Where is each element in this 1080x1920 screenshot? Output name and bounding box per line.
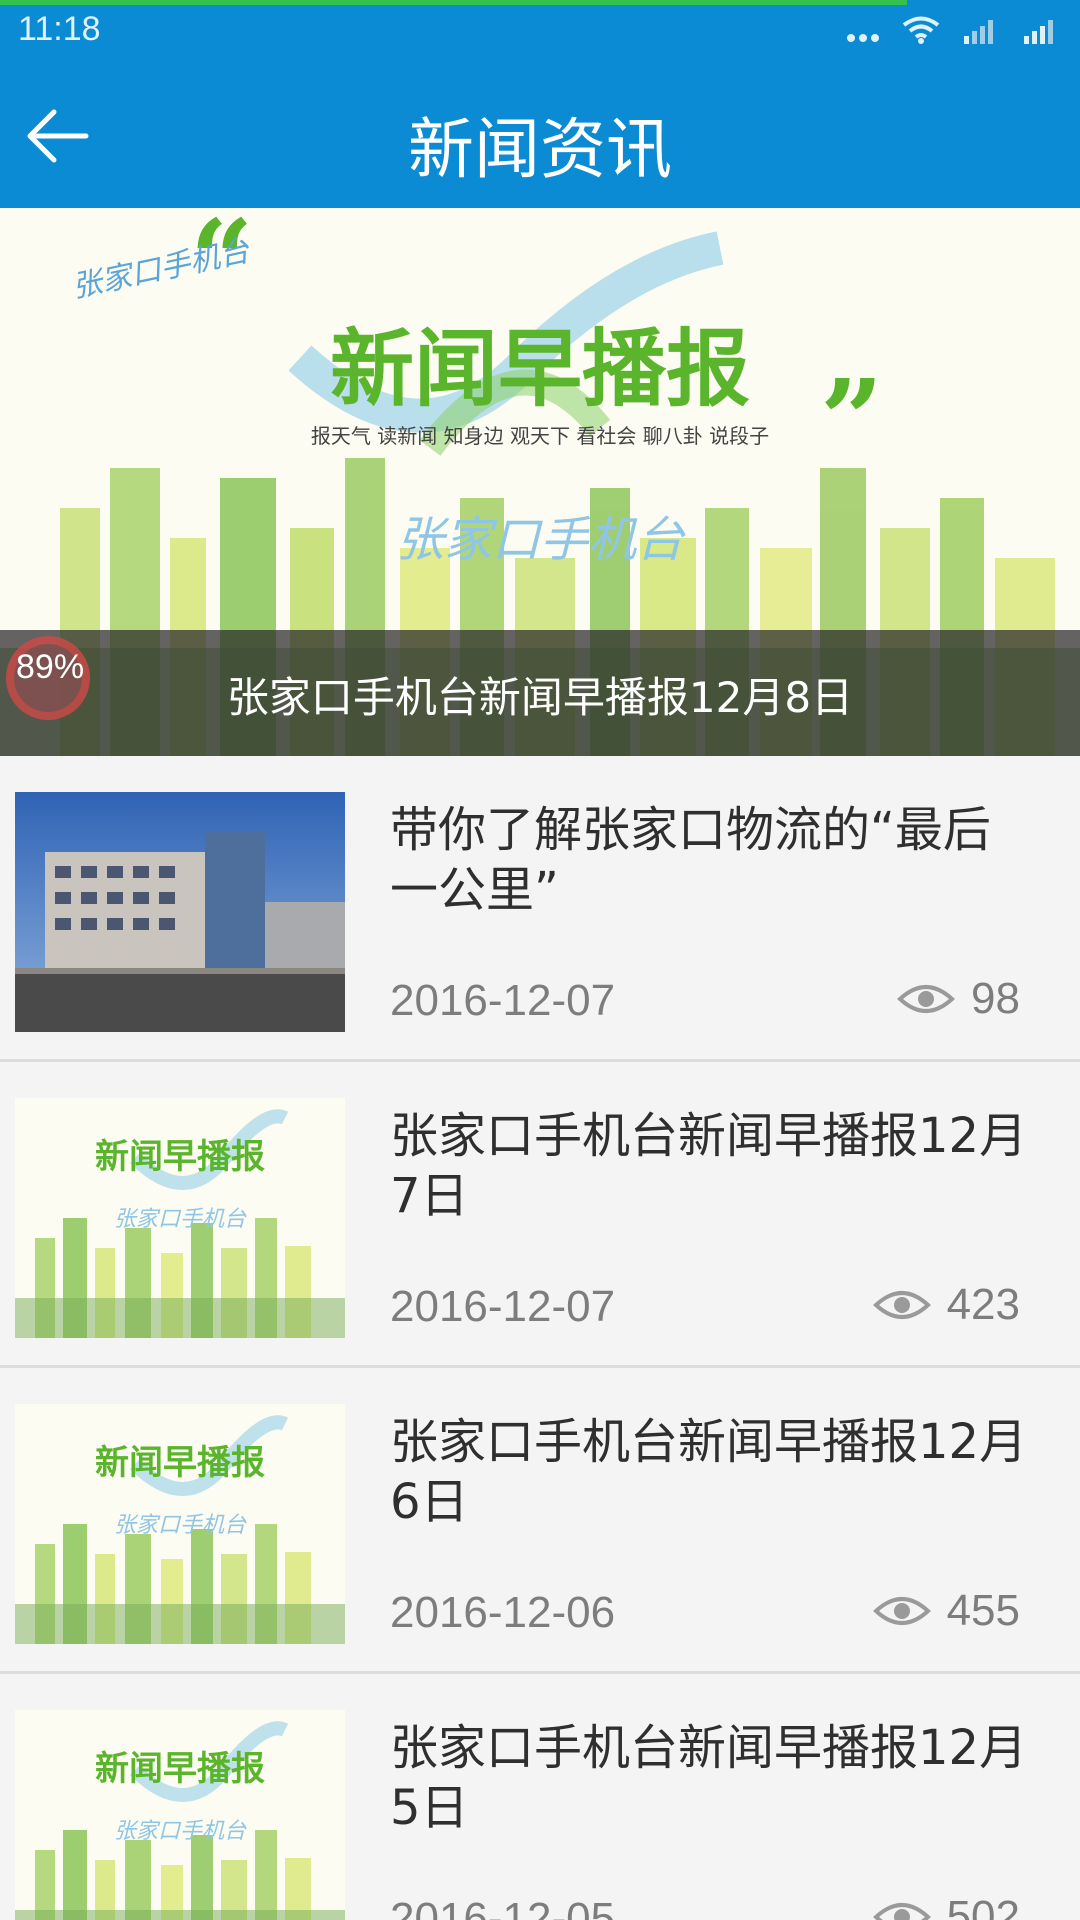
news-thumbnail	[15, 792, 345, 1032]
news-date: 2016-12-07	[390, 1282, 616, 1331]
news-item[interactable]: 新闻早播报 张家口手机台 张家口手机台新闻早播报12月7日 2016-12-07…	[0, 1062, 1080, 1368]
view-count: 502	[872, 1892, 1020, 1920]
signal-icon	[964, 20, 993, 44]
news-thumbnail: 新闻早播报 张家口手机台	[15, 1404, 345, 1644]
status-time: 11:18	[18, 10, 101, 48]
eye-icon	[872, 1903, 931, 1920]
svg-text:张家口手机台: 张家口手机台	[114, 1513, 247, 1538]
view-count: 98	[897, 974, 1020, 1024]
banner-caption-bar: 89% 张家口手机台新闻早播报12月8日	[0, 630, 1080, 756]
news-thumbnail: 新闻早播报 张家口手机台	[15, 1710, 345, 1920]
svg-text:张家口手机台: 张家口手机台	[114, 1819, 247, 1844]
banner-watermark: 张家口手机台	[395, 512, 684, 568]
news-title: 张家口手机台新闻早播报12月7日	[390, 1108, 1028, 1224]
wifi-icon	[902, 16, 940, 44]
app-bar: 新闻资讯	[0, 60, 1080, 208]
news-title: 张家口手机台新闻早播报12月5日	[390, 1720, 1028, 1836]
page-title: 新闻资讯	[408, 111, 672, 188]
news-item[interactable]: 带你了解张家口物流的“最后一公里” 2016-12-07 98	[0, 756, 1080, 1062]
banner-headline: 新闻早播报	[329, 320, 750, 418]
news-item[interactable]: 新闻早播报 张家口手机台 张家口手机台新闻早播报12月5日 2016-12-05…	[0, 1674, 1080, 1920]
news-date: 2016-12-06	[390, 1588, 616, 1637]
svg-text:新闻早播报: 新闻早播报	[95, 1749, 265, 1789]
more-dots-icon	[847, 34, 879, 42]
news-item[interactable]: 新闻早播报 张家口手机台 张家口手机台新闻早播报12月6日 2016-12-06…	[0, 1368, 1080, 1674]
news-date: 2016-12-07	[390, 976, 616, 1025]
eye-icon	[872, 1291, 931, 1319]
news-date: 2016-12-05	[390, 1894, 616, 1920]
svg-text:新闻早播报: 新闻早播报	[95, 1443, 265, 1483]
banner-tagline: 报天气 读新闻 知身边 观天下 看社会 聊八卦 说段子	[310, 424, 770, 448]
featured-banner[interactable]: “ ” 张家口手机台 新闻早播报 报天气 读新闻 知身边 观天下 看社会 聊八卦…	[0, 208, 1080, 756]
view-count-value: 98	[971, 974, 1020, 1023]
view-count-value: 455	[946, 1586, 1020, 1635]
eye-icon	[897, 985, 955, 1013]
status-bar: 11:18	[0, 0, 1080, 60]
view-count: 455	[872, 1586, 1020, 1636]
news-thumbnail: 新闻早播报 张家口手机台	[15, 1098, 345, 1338]
view-count: 423	[872, 1280, 1020, 1330]
view-count-value: 423	[946, 1280, 1020, 1329]
eye-icon	[872, 1597, 931, 1625]
news-title: 带你了解张家口物流的“最后一公里”	[390, 802, 991, 918]
news-list: 带你了解张家口物流的“最后一公里” 2016-12-07 98 新闻早播报 张家…	[0, 756, 1080, 1920]
status-icons	[846, 16, 1060, 44]
banner-caption: 张家口手机台新闻早播报12月8日	[226, 673, 854, 722]
page-load-progress	[0, 0, 908, 5]
signal-icon	[1024, 20, 1053, 44]
view-count-value: 502	[946, 1892, 1020, 1920]
news-title: 张家口手机台新闻早播报12月6日	[390, 1414, 1028, 1530]
svg-text:新闻早播报: 新闻早播报	[95, 1137, 265, 1177]
svg-text:张家口手机台: 张家口手机台	[114, 1207, 247, 1232]
